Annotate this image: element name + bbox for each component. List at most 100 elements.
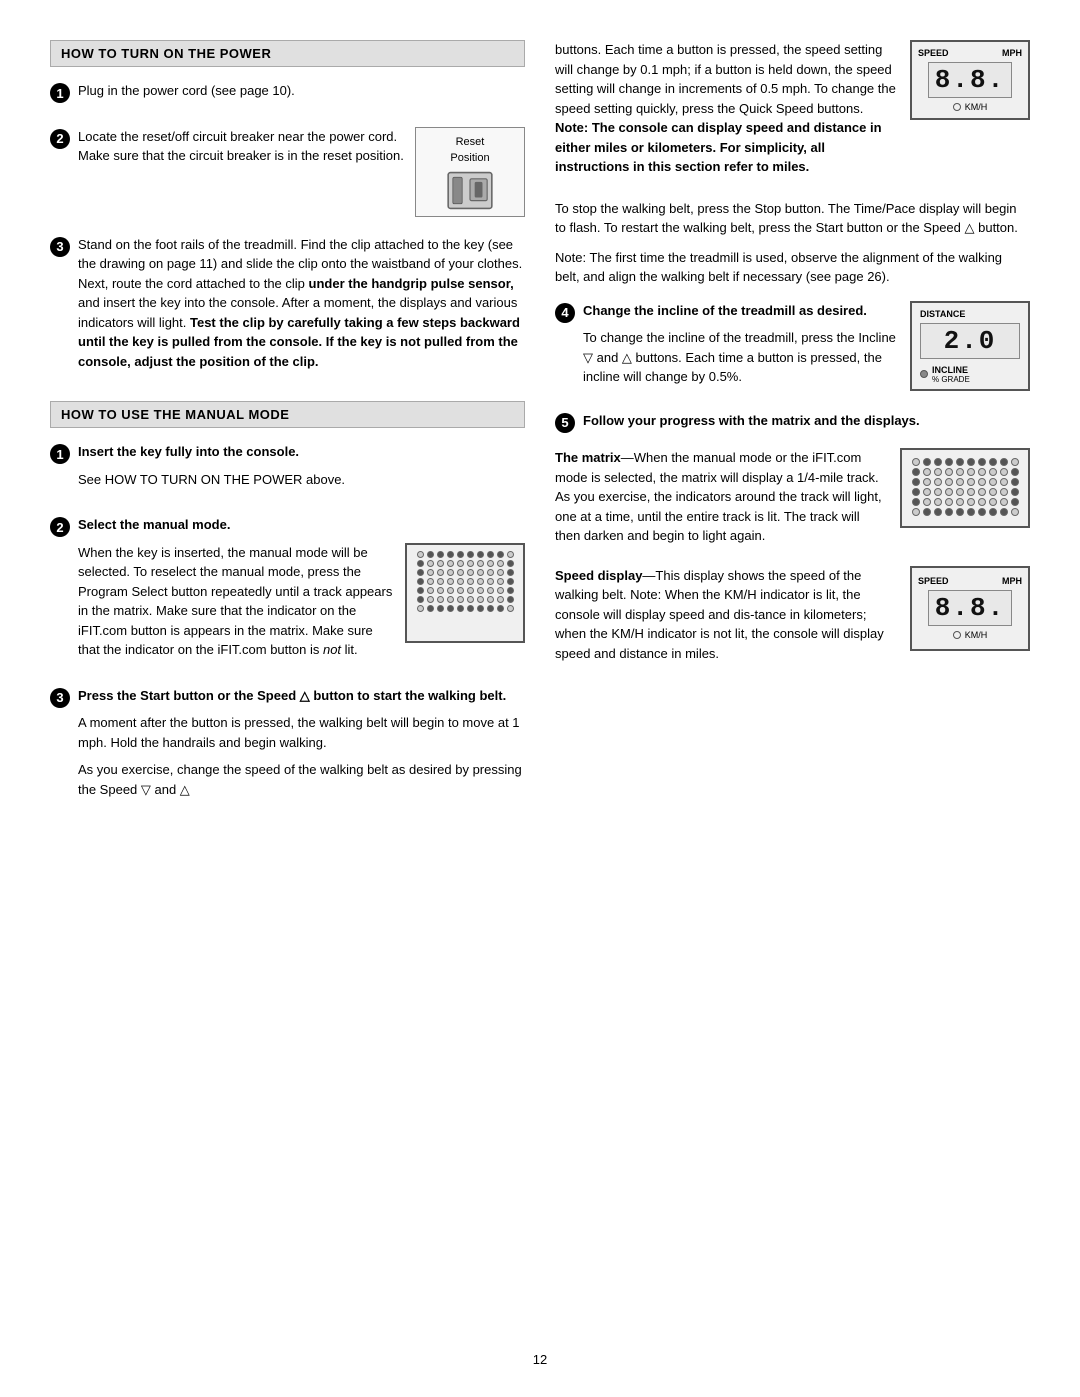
dot bbox=[923, 478, 931, 486]
dot bbox=[507, 551, 514, 558]
speed-display-bold-label: Speed display bbox=[555, 568, 642, 583]
matrix-box bbox=[900, 448, 1030, 528]
dot bbox=[945, 488, 953, 496]
dot bbox=[945, 458, 953, 466]
distance-label: DISTANCE bbox=[920, 309, 1020, 319]
right-column: buttons. Each time a button is pressed, … bbox=[555, 40, 1030, 1337]
dot bbox=[978, 458, 986, 466]
step-5-speed-sub: Speed display—This display shows the spe… bbox=[555, 566, 1030, 672]
manual-step-1-header: Insert the key fully into the console. bbox=[78, 442, 525, 462]
dot bbox=[497, 596, 504, 603]
dot bbox=[437, 569, 444, 576]
kmh-label: KM/H bbox=[965, 102, 988, 112]
step-4-content: Change the incline of the treadmill as d… bbox=[583, 301, 1030, 395]
step-5-matrix-para: The matrix—When the manual mode or the i… bbox=[555, 448, 888, 546]
right-intro-block: buttons. Each time a button is pressed, … bbox=[555, 40, 1030, 185]
dot bbox=[497, 605, 504, 612]
dot bbox=[978, 488, 986, 496]
dot bbox=[967, 508, 975, 516]
section-manual-header: HOW TO USE THE MANUAL MODE bbox=[50, 401, 525, 428]
dot bbox=[477, 578, 484, 585]
manual-step-number-1: 1 bbox=[50, 444, 70, 464]
dot bbox=[978, 468, 986, 476]
step-3-bold-1: under the handgrip pulse sensor, bbox=[309, 276, 514, 291]
dot bbox=[1000, 488, 1008, 496]
manual-step-3-text1: A moment after the button is pressed, th… bbox=[78, 713, 525, 752]
dot bbox=[487, 569, 494, 576]
dot bbox=[497, 560, 504, 567]
step-number-2: 2 bbox=[50, 129, 70, 149]
right-intro-text: buttons. Each time a button is pressed, … bbox=[555, 40, 898, 185]
incline-label: INCLINE bbox=[932, 365, 970, 375]
incline-row: INCLINE % GRADE bbox=[920, 365, 1020, 384]
distance-digits: 2.0 bbox=[920, 323, 1020, 359]
speed-digits-bottom: 8.8. bbox=[928, 590, 1012, 626]
step-4-body: To change the incline of the treadmill, … bbox=[583, 328, 900, 387]
dot bbox=[967, 478, 975, 486]
dot bbox=[1011, 488, 1019, 496]
dot bbox=[427, 605, 434, 612]
dot bbox=[912, 468, 920, 476]
incline-labels: INCLINE % GRADE bbox=[932, 365, 970, 384]
step-5-speed-text: Speed display—This display shows the spe… bbox=[555, 566, 898, 672]
right-step-4: 4 Change the incline of the treadmill as… bbox=[555, 301, 1030, 395]
section-manual: HOW TO USE THE MANUAL MODE 1 Insert the … bbox=[50, 401, 525, 807]
dot bbox=[477, 569, 484, 576]
dot bbox=[467, 578, 474, 585]
stop-text: To stop the walking belt, press the Stop… bbox=[555, 199, 1030, 238]
section-power: HOW TO TURN ON THE POWER 1 Plug in the p… bbox=[50, 40, 525, 379]
dot bbox=[447, 596, 454, 603]
speed-top-labels: SPEED MPH bbox=[918, 48, 1022, 58]
step-5-speed-para: Speed display—This display shows the spe… bbox=[555, 566, 898, 664]
dot bbox=[989, 508, 997, 516]
speed-kmh-row: KM/H bbox=[953, 102, 988, 112]
dot bbox=[447, 587, 454, 594]
dot bbox=[967, 498, 975, 506]
matrix-row bbox=[413, 551, 517, 558]
dot bbox=[989, 458, 997, 466]
dot bbox=[934, 478, 942, 486]
speed-display-box-bottom: SPEED MPH 8.8. KM/H bbox=[910, 566, 1030, 651]
dot bbox=[467, 587, 474, 594]
manual-step-2-para: When the key is inserted, the manual mod… bbox=[78, 543, 395, 660]
dot bbox=[956, 458, 964, 466]
reset-diagram-svg bbox=[440, 171, 500, 210]
manual-step-3-text2: As you exercise, change the speed of the… bbox=[78, 760, 525, 799]
incline-dot bbox=[920, 370, 928, 378]
dot bbox=[923, 498, 931, 506]
dot bbox=[427, 551, 434, 558]
manual-step-2-italic: not bbox=[323, 642, 341, 657]
dot bbox=[467, 605, 474, 612]
dot bbox=[1011, 468, 1019, 476]
dot bbox=[467, 551, 474, 558]
manual-step-2-text: When the key is inserted, the manual mod… bbox=[78, 543, 395, 668]
dot bbox=[1000, 508, 1008, 516]
dot bbox=[507, 596, 514, 603]
dot bbox=[934, 468, 942, 476]
page-number: 12 bbox=[0, 1352, 1080, 1367]
note-text: Note: The first time the treadmill is us… bbox=[555, 248, 1030, 287]
manual-step-3-header: Press the Start button or the Speed △ bu… bbox=[78, 686, 525, 706]
dot bbox=[497, 587, 504, 594]
dot bbox=[1000, 468, 1008, 476]
dot bbox=[989, 468, 997, 476]
dot bbox=[989, 498, 997, 506]
speed-display-top: SPEED MPH 8.8. KM/H bbox=[910, 40, 1030, 120]
dot bbox=[1011, 458, 1019, 466]
dot bbox=[956, 498, 964, 506]
step-3-bold-2: Test the clip by carefully taking a few … bbox=[78, 315, 520, 369]
distance-incline-display: DISTANCE 2.0 INCLINE % GRADE bbox=[910, 301, 1030, 395]
matrix-row-3 bbox=[910, 478, 1020, 486]
dot bbox=[497, 578, 504, 585]
dot bbox=[487, 578, 494, 585]
dot bbox=[477, 560, 484, 567]
dot bbox=[978, 498, 986, 506]
reset-label: Reset Position bbox=[450, 134, 489, 167]
dot bbox=[934, 508, 942, 516]
power-step-2: 2 Locate the reset/off circuit breaker n… bbox=[50, 127, 525, 217]
step-1-content: Plug in the power cord (see page 10). bbox=[78, 81, 525, 109]
step-4-text: Change the incline of the treadmill as d… bbox=[583, 301, 900, 395]
power-step-1: 1 Plug in the power cord (see page 10). bbox=[50, 81, 525, 109]
dot bbox=[497, 569, 504, 576]
dot bbox=[457, 587, 464, 594]
